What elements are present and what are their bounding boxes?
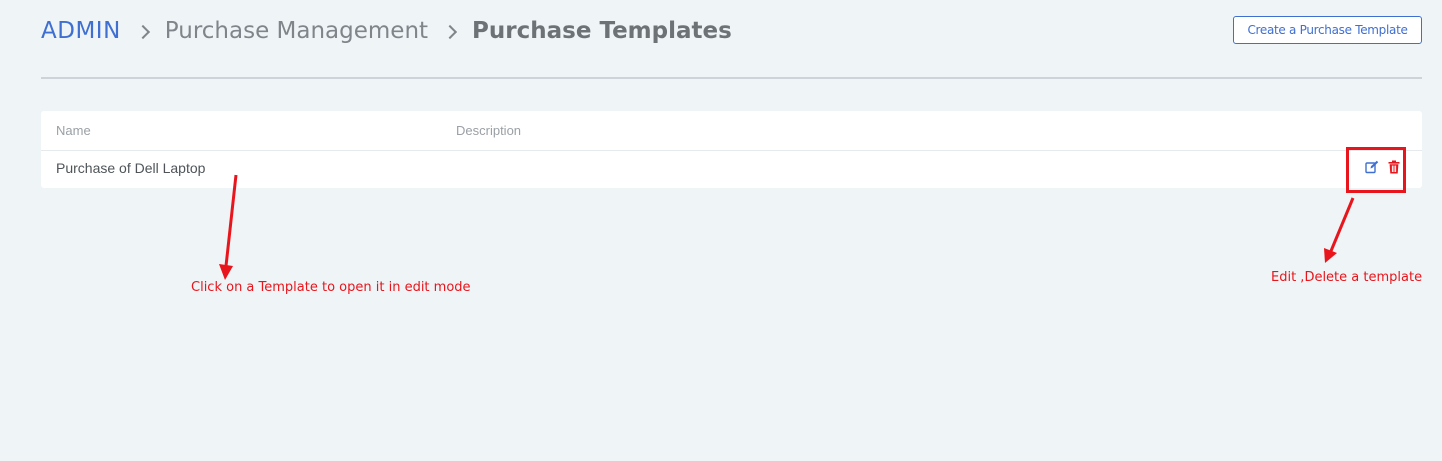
purchase-templates-page: ADMIN Purchase Management Purchase Templ…: [0, 0, 1442, 461]
trash-icon[interactable]: [1387, 160, 1401, 174]
column-header-description: Description: [456, 123, 522, 138]
chevron-right-icon: [129, 14, 157, 48]
edit-delete-annotation: Edit ,Delete a template: [1271, 270, 1423, 285]
chevron-right-icon: [436, 14, 464, 48]
page-title: Purchase Templates: [472, 18, 732, 44]
arrow-to-click-hint: [224, 174, 238, 267]
edit-icon[interactable]: [1365, 160, 1379, 174]
create-template-button[interactable]: Create a Purchase Template: [1233, 16, 1422, 44]
breadcrumb-admin-link[interactable]: ADMIN: [41, 18, 121, 44]
header-divider: [41, 77, 1422, 79]
row-actions: [1365, 160, 1401, 174]
arrow-head: [219, 264, 233, 280]
arrow-head: [1324, 248, 1337, 263]
column-header-name: Name: [56, 123, 91, 138]
table-row[interactable]: Purchase of Dell Laptop: [41, 151, 1422, 187]
table-header: Name Description: [41, 111, 1422, 151]
template-name-cell[interactable]: Purchase of Dell Laptop: [56, 160, 205, 176]
annotation-arrows: [219, 174, 1355, 280]
templates-table: Name Description Purchase of Dell Laptop: [41, 111, 1422, 188]
breadcrumb-purchase-management-link[interactable]: Purchase Management: [165, 18, 428, 44]
arrow-to-actions-hint: [1329, 197, 1355, 252]
breadcrumb: ADMIN Purchase Management Purchase Templ…: [41, 14, 732, 48]
click-template-annotation: Click on a Template to open it in edit m…: [191, 280, 471, 295]
